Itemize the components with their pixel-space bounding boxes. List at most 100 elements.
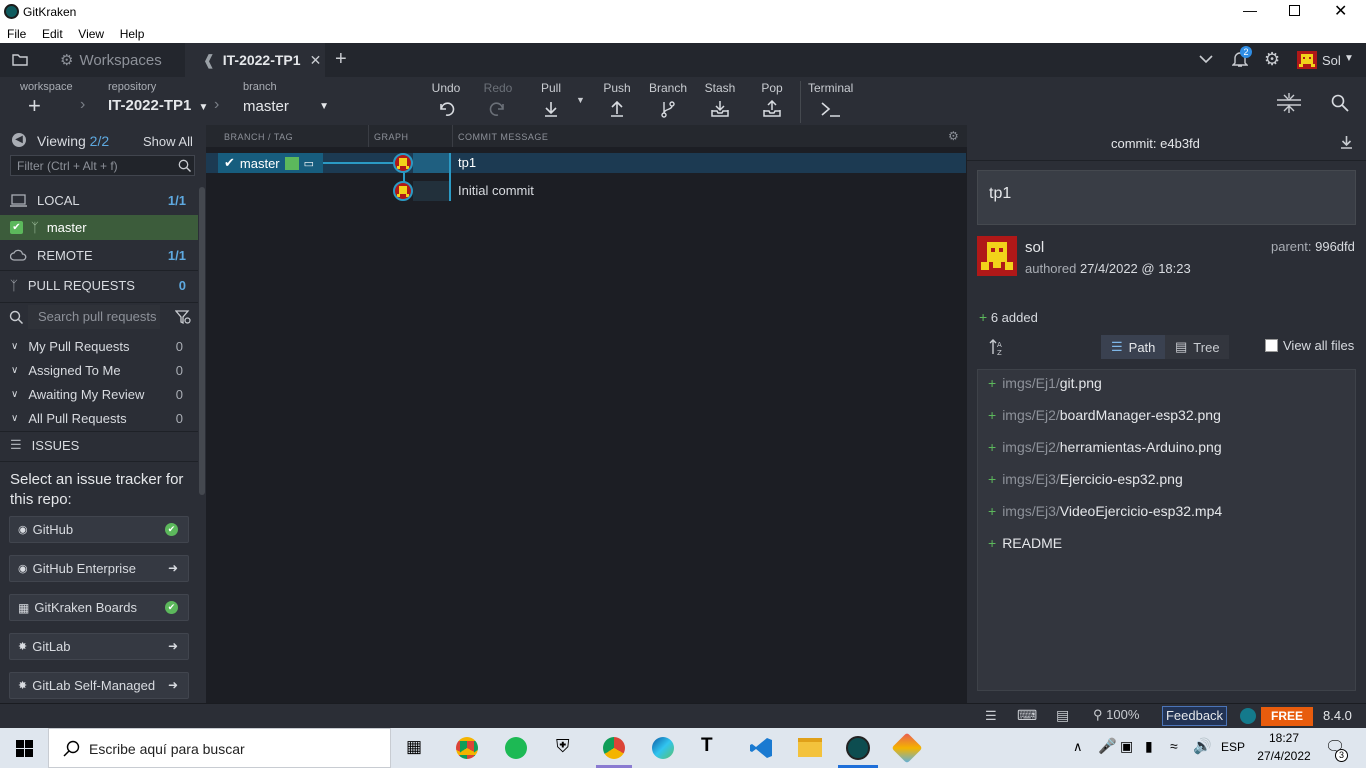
undo-button[interactable]: Undo: [428, 81, 464, 120]
branch-button[interactable]: Branch: [648, 81, 688, 120]
repository-selector[interactable]: IT-2022-TP1 ▼: [108, 97, 208, 114]
chrome-icon[interactable]: [456, 737, 478, 759]
gitkraken-taskbar-icon[interactable]: [846, 736, 870, 760]
gear-icon[interactable]: ⚙: [1264, 49, 1280, 70]
clock-date[interactable]: 27/4/2022: [1255, 749, 1313, 763]
commit-message[interactable]: tp1: [458, 155, 476, 170]
commit-node-avatar[interactable]: [393, 153, 413, 173]
file-item[interactable]: + imgs/Ej3/Ejercicio-esp32.png: [988, 469, 1183, 489]
view-all-files-label[interactable]: View all files: [1283, 338, 1354, 353]
task-view-icon[interactable]: ▦: [406, 737, 422, 757]
add-workspace-button[interactable]: +: [28, 93, 41, 119]
file-explorer-icon[interactable]: [798, 738, 822, 757]
layout-toggle-icon[interactable]: [1276, 92, 1302, 114]
col-graph[interactable]: GRAPH: [374, 132, 409, 142]
zoom-level[interactable]: ⚲ 100%: [1093, 707, 1139, 723]
user-avatar[interactable]: [1297, 51, 1317, 69]
branch-label-master[interactable]: ✔ master ▭: [218, 153, 323, 173]
commit-message[interactable]: Initial commit: [458, 183, 534, 198]
filter-icon[interactable]: [175, 309, 191, 325]
col-divider[interactable]: [452, 125, 453, 147]
pr-group-my[interactable]: ∨ My Pull Requests 0: [0, 334, 198, 358]
pop-button[interactable]: Pop: [754, 81, 790, 120]
parent-sha[interactable]: parent: 996dfd: [1271, 239, 1355, 254]
local-section-header[interactable]: LOCAL 1/1: [0, 187, 198, 213]
file-item[interactable]: + imgs/Ej1/git.png: [988, 373, 1102, 393]
tracker-gitkraken-boards[interactable]: ▦ GitKraken Boards ✔: [9, 594, 189, 621]
spotify-icon[interactable]: [505, 737, 527, 759]
new-tab-button[interactable]: +: [335, 48, 347, 71]
shield-icon[interactable]: ⛨: [556, 736, 570, 757]
pr-group-awaiting[interactable]: ∨ Awaiting My Review 0: [0, 382, 198, 406]
tracker-github[interactable]: ◉ GitHub ✔: [9, 516, 189, 543]
commit-message-box[interactable]: tp1: [977, 170, 1356, 225]
pull-options-chevron-icon[interactable]: ▼: [576, 95, 585, 105]
list-view-icon[interactable]: ☰: [985, 708, 997, 724]
file-item[interactable]: + imgs/Ej3/VideoEjercicio-esp32.mp4: [988, 501, 1222, 521]
vscode-icon[interactable]: [749, 736, 773, 760]
windows-start-icon[interactable]: [16, 740, 33, 757]
pull-requests-section-header[interactable]: ᛉ PULL REQUESTS 0: [0, 272, 198, 298]
path-view-button[interactable]: ☰ Path: [1101, 335, 1165, 359]
issues-section-header[interactable]: ☰ ISSUES: [0, 432, 198, 458]
menu-view[interactable]: View: [78, 27, 104, 41]
download-icon[interactable]: [1340, 135, 1353, 149]
typora-icon[interactable]: T: [701, 735, 713, 757]
menu-file[interactable]: File: [7, 27, 26, 41]
tracker-gitlab[interactable]: ✸ GitLab ➜: [9, 633, 189, 660]
search-icon[interactable]: [1331, 94, 1349, 112]
minimize-button[interactable]: —: [1243, 2, 1257, 18]
view-all-files-checkbox[interactable]: [1265, 339, 1278, 352]
tracker-github-enterprise[interactable]: ◉ GitHub Enterprise ➜: [9, 555, 189, 582]
maximize-button[interactable]: [1289, 5, 1300, 16]
stash-button[interactable]: Stash: [702, 81, 738, 120]
menu-help[interactable]: Help: [120, 27, 145, 41]
tree-view-button[interactable]: ▤ Tree: [1165, 335, 1229, 359]
tab-workspaces[interactable]: ⚙ Workspaces: [40, 43, 185, 77]
plan-badge[interactable]: FREE: [1261, 707, 1313, 726]
col-branch-tag[interactable]: BRANCH / TAG: [224, 132, 293, 142]
column-settings-gear-icon[interactable]: ⚙: [948, 129, 959, 143]
close-window-button[interactable]: ✕: [1334, 1, 1347, 21]
user-menu-chevron-icon[interactable]: ▼: [1344, 53, 1354, 64]
left-panel-scrollbar[interactable]: [199, 187, 205, 495]
redo-button[interactable]: Redo: [480, 81, 516, 120]
commit-sha[interactable]: commit: e4b3fd: [1111, 136, 1200, 151]
branch-selector[interactable]: master ▼: [243, 98, 331, 115]
chevron-down-icon[interactable]: [1199, 55, 1213, 64]
file-item[interactable]: + README: [988, 533, 1062, 553]
terminal-button[interactable]: Terminal: [808, 81, 856, 120]
chevron-up-icon[interactable]: ∧: [1073, 739, 1083, 755]
keyboard-icon[interactable]: ⌨: [1017, 707, 1037, 724]
pr-group-all[interactable]: ∨ All Pull Requests 0: [0, 406, 198, 430]
folder-icon[interactable]: [12, 53, 28, 66]
language-indicator[interactable]: ESP: [1221, 740, 1245, 754]
taskbar-search-input[interactable]: Escribe aquí para buscar: [48, 728, 391, 768]
briefcase-icon[interactable]: ▤: [1056, 707, 1069, 724]
pull-button[interactable]: Pull: [534, 81, 568, 120]
search-pull-requests-input[interactable]: Search pull requests: [28, 305, 160, 329]
file-item[interactable]: + imgs/Ej2/boardManager-esp32.png: [988, 405, 1221, 425]
tracker-gitlab-self-managed[interactable]: ✸ GitLab Self-Managed ➜: [9, 672, 189, 699]
volume-icon[interactable]: 🔊: [1193, 737, 1212, 755]
app-icon[interactable]: [891, 732, 923, 764]
commit-node-avatar[interactable]: [393, 181, 413, 201]
close-tab-icon[interactable]: ✕: [310, 52, 322, 69]
menu-edit[interactable]: Edit: [42, 27, 63, 41]
wifi-icon[interactable]: ≈: [1170, 738, 1178, 754]
remote-section-header[interactable]: REMOTE 1/1: [0, 242, 198, 268]
clock-time[interactable]: 18:27: [1265, 731, 1303, 745]
filter-input[interactable]: Filter (Ctrl + Alt + f): [10, 155, 195, 176]
file-item[interactable]: + imgs/Ej2/herramientas-Arduino.png: [988, 437, 1222, 457]
battery-icon[interactable]: ▮: [1145, 738, 1153, 755]
tab-repo[interactable]: ❰ IT-2022-TP1 ✕: [185, 43, 325, 77]
edge-icon[interactable]: [652, 737, 674, 759]
col-divider[interactable]: [368, 125, 369, 147]
pr-group-assigned[interactable]: ∨ Assigned To Me 0: [0, 358, 198, 382]
feedback-button[interactable]: Feedback: [1162, 706, 1227, 726]
user-name[interactable]: Sol: [1322, 53, 1341, 68]
push-button[interactable]: Push: [600, 81, 634, 120]
show-all-button[interactable]: Show All: [143, 134, 193, 149]
col-commit-message[interactable]: COMMIT MESSAGE: [458, 132, 548, 142]
tray-icon[interactable]: ▣: [1120, 738, 1133, 755]
